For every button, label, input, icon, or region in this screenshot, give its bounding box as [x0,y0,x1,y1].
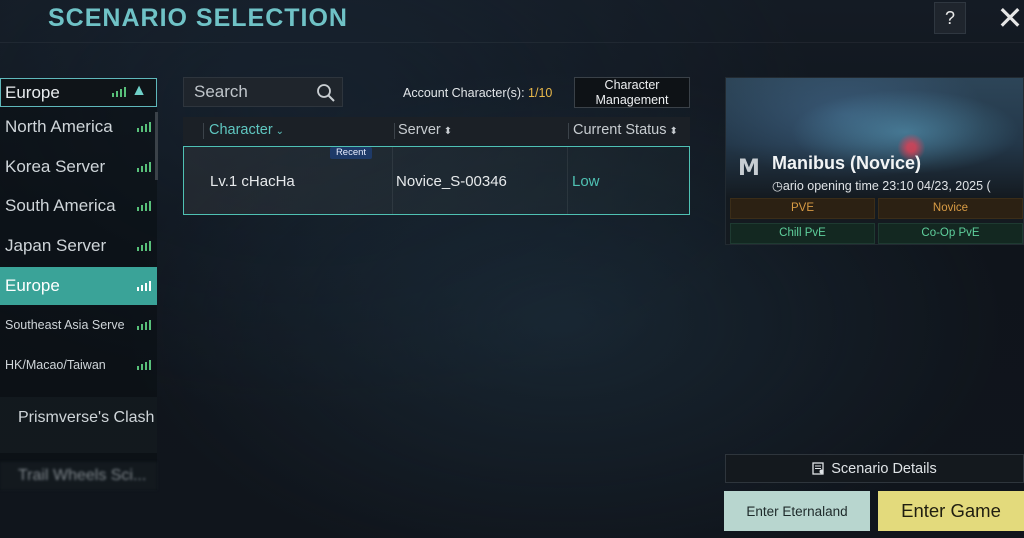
column-label: Character [209,122,273,138]
enter-game-button[interactable]: Enter Game [878,491,1024,531]
region-item-korea[interactable]: Korea Server [0,148,157,186]
scenario-card[interactable]: M Manibus (Novice) ◷ario opening time 23… [725,77,1024,245]
region-item-label: Europe [5,276,60,295]
region-item-label: Japan Server [5,236,107,255]
clock-icon: ◷ [772,179,783,193]
account-count-value: 1/10 [528,86,553,100]
tag-novice: Novice [878,198,1023,219]
row-divider [567,147,568,214]
server-name: Novice_S-00346 [396,173,507,190]
signal-icon [112,87,126,97]
close-icon[interactable]: ✕ [994,0,1024,36]
tag-co-op-pve: Co-Op PvE [878,223,1023,244]
signal-icon [137,241,151,251]
region-item-label: HK/Macao/Taiwan [5,358,106,372]
signal-icon [137,360,151,370]
tag-pve: PVE [730,198,875,219]
signal-icon [137,320,151,330]
table-header: Character ⌄ Server ⬍ Current Status ⬍ [183,117,690,145]
column-header-character[interactable]: Character ⌄ [209,122,284,138]
region-item-europe[interactable]: Europe [0,267,157,305]
region-item-label: South America [5,196,116,215]
recent-badge: Recent [330,147,372,159]
page-title: SCENARIO SELECTION [48,4,348,32]
region-dropdown-value: Europe [5,82,60,102]
table-row[interactable]: Lv.1 cHacHa Novice_S-00346 Low [183,146,690,215]
search-placeholder: Search [194,82,248,101]
region-scrollbar[interactable] [155,112,158,180]
region-item-japan[interactable]: Japan Server [0,227,157,265]
region-item-south-america[interactable]: South America [0,187,157,225]
account-label-text: Account Character(s): [403,86,529,100]
character-management-button[interactable]: Character Management [574,77,690,108]
character-name: Lv.1 cHacHa [210,173,295,190]
column-divider [203,123,204,139]
scenario-title: Manibus (Novice) [772,153,922,173]
category-prismverse-clash[interactable]: Prismverse's Clash [0,397,157,453]
document-icon [812,462,824,475]
category-next[interactable]: Trail Wheels Sci... [0,462,157,490]
region-item-label: North America [5,117,113,136]
column-divider [394,123,395,139]
tag-chill-pve: Chill PvE [730,223,875,244]
signal-icon [137,162,151,172]
scenario-details-button[interactable]: Scenario Details [725,454,1024,483]
region-item-north-america[interactable]: North America [0,108,157,146]
region-item-label: Korea Server [5,157,106,176]
signal-icon [137,122,151,132]
chevron-up-icon: ▲ [131,82,147,99]
region-item-southeast-asia[interactable]: Southeast Asia Serve [0,306,157,344]
account-character-count: Account Character(s): 1/10 [403,86,552,100]
enter-eternaland-button[interactable]: Enter Eternaland [724,491,870,531]
search-input[interactable]: Search [183,77,343,107]
column-divider [568,123,569,139]
sort-icon: ⬍ [443,126,453,137]
help-button[interactable]: ? [934,2,966,34]
search-icon[interactable] [316,83,336,103]
region-item-hk-macao-taiwan[interactable]: HK/Macao/Taiwan [0,346,157,384]
sort-down-icon: ⌄ [275,126,285,137]
header-divider [0,42,1024,43]
server-status: Low [572,173,600,190]
column-header-server[interactable]: Server ⬍ [398,122,452,138]
row-divider [392,147,393,214]
signal-icon [137,281,151,291]
region-item-label: Southeast Asia Serve [5,318,125,332]
column-label: Current Status [573,122,667,138]
region-dropdown[interactable]: Europe ▲ [0,78,157,107]
opening-time-text: ario opening time 23:10 04/23, 2025 ( [782,179,991,193]
sort-icon: ⬍ [669,126,678,137]
column-label: Server [398,122,441,138]
signal-icon [137,201,151,211]
scenario-details-label: Scenario Details [831,460,937,477]
column-header-status[interactable]: Current Status ⬍ [573,122,678,138]
scenario-opening-time: ◷ario opening time 23:10 04/23, 2025 ( [772,178,991,193]
scenario-logo: M [738,156,760,181]
